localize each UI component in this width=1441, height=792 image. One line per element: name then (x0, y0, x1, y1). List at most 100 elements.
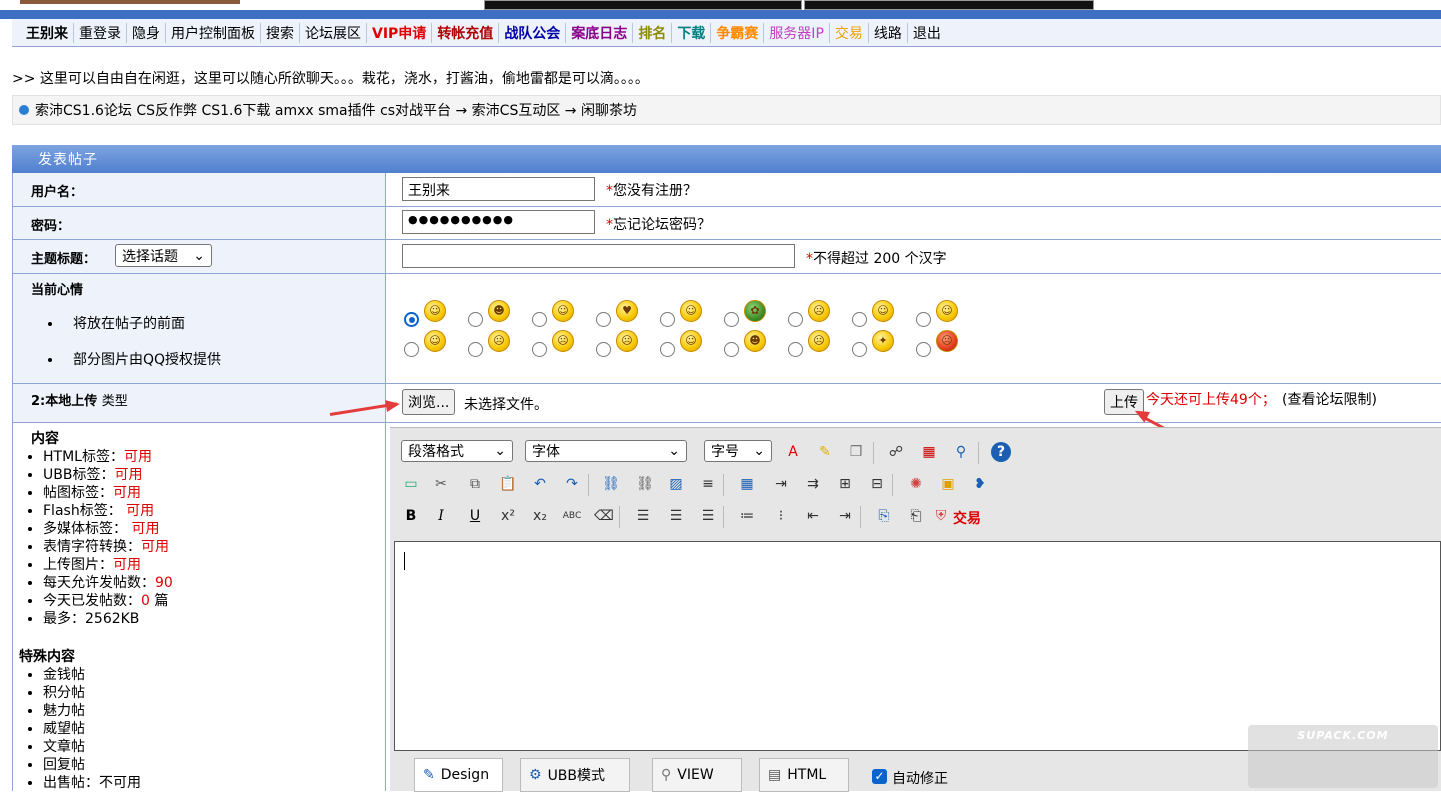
emoticon-icon[interactable]: ☹ (808, 300, 830, 322)
eraser-icon[interactable]: ⌫ (594, 506, 614, 526)
mood-radio[interactable] (596, 312, 611, 327)
mood-radio[interactable] (852, 342, 867, 357)
nav-item[interactable]: 案底日志 (565, 22, 632, 43)
horizontal-rule-icon[interactable]: ≡ (698, 474, 718, 494)
emoticon-icon[interactable]: ☻ (744, 330, 766, 352)
nav-item[interactable]: 战队公会 (498, 22, 565, 43)
mood-radio[interactable] (916, 342, 931, 357)
redo-icon[interactable]: ↷ (562, 474, 582, 494)
mood-radio[interactable] (788, 312, 803, 327)
emoticon-icon[interactable]: ☹ (616, 330, 638, 352)
bold-icon[interactable]: B (401, 506, 421, 526)
mood-radio[interactable] (724, 312, 739, 327)
mood-radio[interactable] (660, 312, 675, 327)
font-color-icon[interactable]: A (783, 442, 803, 462)
autofix-checkbox[interactable]: ✓ (872, 769, 887, 784)
merge-cells-icon[interactable]: ⊞ (835, 474, 855, 494)
paste-icon[interactable]: 📋 (498, 474, 518, 494)
highlight-icon[interactable]: ✎ (815, 442, 835, 462)
emoticon-icon[interactable]: ✿ (744, 300, 766, 322)
tab-view[interactable]: ⚲ VIEW (652, 758, 742, 792)
topic-select[interactable]: 选择话题 ⌄ (115, 244, 212, 267)
password-hint[interactable]: *忘记论坛密码？ (606, 214, 711, 234)
browse-button[interactable]: 浏览... (402, 389, 456, 415)
tab-ubb[interactable]: ⚙ UBB模式 (520, 758, 630, 792)
editor-content-area[interactable] (394, 541, 1441, 751)
subscript-icon[interactable]: x₂ (530, 506, 550, 526)
nav-item[interactable]: 用户控制面板 (165, 22, 260, 43)
unlink-icon[interactable]: ⛓ (635, 474, 655, 494)
nav-item[interactable]: 服务器IP (763, 22, 829, 43)
nav-item[interactable]: 排名 (632, 22, 671, 43)
mood-radio[interactable] (468, 342, 483, 357)
nav-item[interactable]: 转帐充值 (431, 22, 498, 43)
nav-item[interactable]: VIP申请 (366, 22, 431, 43)
indent-icon[interactable]: ⇥ (835, 506, 855, 526)
calendar-icon[interactable]: ▦ (919, 442, 939, 462)
superscript-icon[interactable]: x² (498, 506, 518, 526)
nav-item[interactable]: 王别来 (26, 23, 73, 43)
copy-icon[interactable]: ⧉ (465, 474, 485, 494)
emoticon-icon[interactable]: ☺ (872, 300, 894, 322)
binoculars-icon[interactable]: ☍ (886, 442, 906, 462)
emoticon-icon[interactable]: ✦ (872, 330, 894, 352)
tab-html[interactable]: ▤ HTML (759, 758, 849, 792)
cube-icon[interactable]: ❒ (846, 442, 866, 462)
mood-radio[interactable] (404, 312, 419, 327)
emoticon-icon[interactable]: ☺ (424, 330, 446, 352)
split-cells-icon[interactable]: ⊟ (867, 474, 887, 494)
nav-item[interactable]: 论坛展区 (299, 22, 366, 43)
insert-page-icon[interactable]: ⎘ (874, 506, 894, 526)
mood-radio[interactable] (596, 342, 611, 357)
password-input[interactable]: ●●●●●●●●●● (402, 210, 595, 234)
trade-button[interactable]: 交易 (953, 508, 981, 528)
undo-icon[interactable]: ↶ (530, 474, 550, 494)
insert-link-icon[interactable]: ⛓ (601, 474, 621, 494)
nav-item[interactable]: 重登录 (73, 22, 126, 43)
nav-item[interactable]: 搜索 (260, 22, 299, 43)
nav-item[interactable]: 争霸赛 (710, 22, 763, 43)
nav-item[interactable]: 交易 (828, 22, 868, 43)
username-hint[interactable]: *您没有注册？ (606, 180, 697, 200)
speech-bubble-icon[interactable]: ❥ (970, 474, 990, 494)
upload-limit-link[interactable]: (查看论坛限制) (1282, 389, 1377, 409)
underline-icon[interactable]: U (465, 506, 485, 526)
nav-item[interactable]: 隐身 (126, 22, 165, 43)
search-replace-icon[interactable]: ⚲ (951, 442, 971, 462)
template-icon[interactable]: ⎗ (906, 506, 926, 526)
nav-item[interactable]: 线路 (867, 22, 907, 43)
unordered-list-icon[interactable]: ⁝ (771, 506, 791, 526)
outdent-icon[interactable]: ⇤ (803, 506, 823, 526)
font-size-select[interactable]: 字号 ⌄ (704, 440, 772, 462)
emoticon-icon[interactable]: ☻ (488, 300, 510, 322)
mood-radio[interactable] (468, 312, 483, 327)
mood-radio[interactable] (852, 312, 867, 327)
tab-design[interactable]: ✎ Design (414, 758, 503, 792)
strikethrough-icon[interactable]: ABC (562, 506, 582, 526)
register-link[interactable]: 您没有注册？ (613, 183, 697, 199)
username-input[interactable]: 王别来 (402, 177, 595, 201)
emoticon-icon[interactable]: ☺ (680, 330, 702, 352)
ordered-list-icon[interactable]: ≔ (737, 506, 757, 526)
nav-item[interactable]: 退出 (906, 22, 946, 43)
cut-icon[interactable]: ✂ (431, 474, 451, 494)
paragraph-format-select[interactable]: 段落格式 ⌄ (401, 440, 513, 462)
flash-icon[interactable]: ▣ (938, 474, 958, 494)
emoticon-icon[interactable]: ☺ (552, 300, 574, 322)
mood-radio[interactable] (724, 342, 739, 357)
mood-radio[interactable] (788, 342, 803, 357)
media-icon[interactable]: ✺ (906, 474, 926, 494)
help-icon[interactable]: ? (991, 442, 1011, 462)
mood-radio[interactable] (404, 342, 419, 357)
insert-table-icon[interactable]: ▦ (737, 474, 757, 494)
new-document-icon[interactable]: ▭ (401, 474, 421, 494)
insert-image-icon[interactable]: ▨ (666, 474, 686, 494)
upload-type-link[interactable]: 类型 (102, 394, 128, 409)
nav-item[interactable]: 下载 (671, 22, 710, 43)
italic-icon[interactable]: I (431, 506, 451, 526)
mood-radio[interactable] (660, 342, 675, 357)
emoticon-icon[interactable]: ☺ (680, 300, 702, 322)
font-select[interactable]: 字体 ⌄ (525, 440, 687, 462)
mood-radio[interactable] (916, 312, 931, 327)
align-center-icon[interactable]: ☰ (666, 506, 686, 526)
